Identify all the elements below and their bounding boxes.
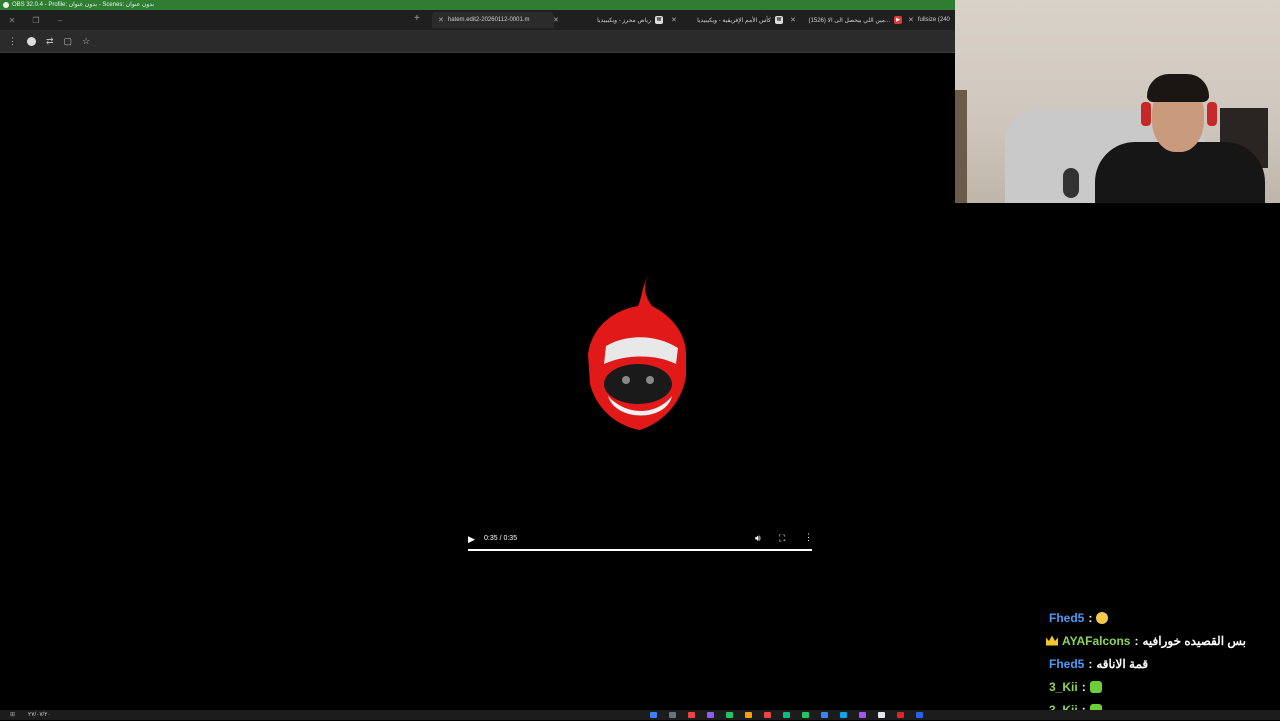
tab-fullsize[interactable]: ✕ fullsize (240 [908,12,955,28]
tab-afcon-wiki[interactable]: ✕ كأس الأمم الإفريقية - ويكيبيديا W [671,12,783,28]
profile-icon[interactable] [27,36,36,46]
channel-logo [588,276,686,430]
restore-window-icon[interactable]: ❐ [24,16,48,25]
video-controls: ▶ 0:35 / 0:35 🔊︎ ⛶ ⋮ [468,530,813,552]
chat-username: AYAFalcons [1062,633,1131,648]
chat-separator: : [1081,679,1086,694]
wikipedia-icon: W [775,16,783,24]
headset-icon [1207,102,1217,126]
webcam-window-frame [955,90,967,203]
taskbar-app-icon[interactable] [840,712,847,718]
taskbar: ⊞ ٢٧/٠٧/٢٠ [0,710,1280,720]
chat-message: Fhed5 : قمة الاناقه [1040,652,1280,675]
taskbar-app-icon[interactable] [688,712,695,718]
video-time: 0:35 / 0:35 [484,535,518,542]
taskbar-app-icon[interactable] [821,712,828,718]
chat-message: Fhed5 : [1040,606,1280,629]
wikipedia-icon: W [655,16,663,24]
headset-icon [1141,102,1151,126]
close-tab-icon[interactable]: ✕ [790,16,796,24]
taskbar-app-icon[interactable] [897,712,904,718]
chat-username: 3_Kii [1049,679,1078,694]
minimize-window-icon[interactable]: – [48,16,72,25]
microphone-icon [1063,168,1079,198]
tab-label: hatem.edit2-20260112-0001.m [447,17,530,23]
tab-label: (1526) مين اللي بيحصل الى الا... [808,17,890,24]
taskbar-app-icon[interactable] [859,712,866,718]
taskbar-app-icon[interactable] [726,712,733,718]
heart-eyes-emoji-icon [1096,611,1109,624]
chat-message: AYAFalcons : بس القصيده خورافيه [1040,629,1280,652]
taskbar-date: ٢٧/٠٧/٢٠ [28,712,51,718]
close-tab-icon[interactable]: ✕ [438,16,444,24]
webcam-overlay [955,0,1280,203]
browser-tab-strip: ✕ ❐ – + ✕ hatem.edit2-20260112-0001.m ✕ … [0,10,955,30]
webcam-person-hair [1147,74,1209,102]
taskbar-apps [650,712,923,718]
menu-dots-icon[interactable]: ⋮ [8,36,17,47]
chat-text: قمة الاناقه [1096,656,1149,671]
green-emote-icon [1089,680,1102,693]
chat-username: Fhed5 [1049,610,1085,625]
chat-text: بس القصيده خورافيه [1142,633,1247,648]
taskbar-app-icon[interactable] [783,712,790,718]
new-tab-button[interactable]: + [414,13,420,24]
taskbar-app-icon[interactable] [764,712,771,718]
tab-video-file[interactable]: ✕ hatem.edit2-20260112-0001.m [432,12,554,28]
taskbar-app-icon[interactable] [745,712,752,718]
play-icon[interactable]: ▶ [468,534,475,545]
chat-username: Fhed5 [1049,656,1085,671]
taskbar-app-icon[interactable] [650,712,657,718]
obs-title-bar: OBS 32.0.4 - Profile: بدون عنوان - Scene… [0,0,955,10]
volume-icon[interactable]: 🔊︎ [755,533,761,544]
taskbar-app-icon[interactable] [669,712,676,718]
chat-overlay: Fhed5 : AYAFalcons : بس القصيده خورافيه … [1040,606,1280,721]
close-window-icon[interactable]: ✕ [0,16,24,25]
chat-separator: : [1134,633,1139,648]
toolbar-divider [0,52,955,53]
close-tab-icon[interactable]: ✕ [553,16,559,24]
video-progress-bar[interactable] [468,549,812,551]
tab-label: رياض محرز - ويكيبيديا [597,17,651,24]
obs-title: OBS 32.0.4 - Profile: بدون عنوان - Scene… [12,2,155,8]
tab-mahrez-wiki[interactable]: ✕ رياض محرز - ويكيبيديا W [553,12,663,28]
tab-label: fullsize (240 [917,17,950,23]
chat-message: 3_Kii : [1040,675,1280,698]
tab-youtube[interactable]: ✕ (1526) مين اللي بيحصل الى الا... ▶ [790,12,902,28]
browser-toolbar: ⋮ ⇄ ▢ ☆ [0,30,955,52]
youtube-icon: ▶ [894,16,902,24]
fullscreen-icon[interactable]: ⛶ [779,533,785,544]
chat-separator: : [1088,656,1093,671]
tab-label: كأس الأمم الإفريقية - ويكيبيديا [697,17,771,24]
site-settings-icon[interactable]: ⇄ [46,36,54,47]
chat-separator: : [1088,610,1093,625]
extensions-icon[interactable]: ▢ [64,36,73,47]
more-options-icon[interactable]: ⋮ [804,532,813,543]
taskbar-app-icon[interactable] [878,712,885,718]
crown-icon [1046,635,1058,646]
close-tab-icon[interactable]: ✕ [671,16,677,24]
start-icon[interactable]: ⊞ [10,711,15,718]
bookmark-star-icon[interactable]: ☆ [82,36,90,47]
close-tab-icon[interactable]: ✕ [908,16,914,24]
taskbar-app-icon[interactable] [916,712,923,718]
taskbar-app-icon[interactable] [707,712,714,718]
obs-app-icon [3,2,9,8]
taskbar-app-icon[interactable] [802,712,809,718]
